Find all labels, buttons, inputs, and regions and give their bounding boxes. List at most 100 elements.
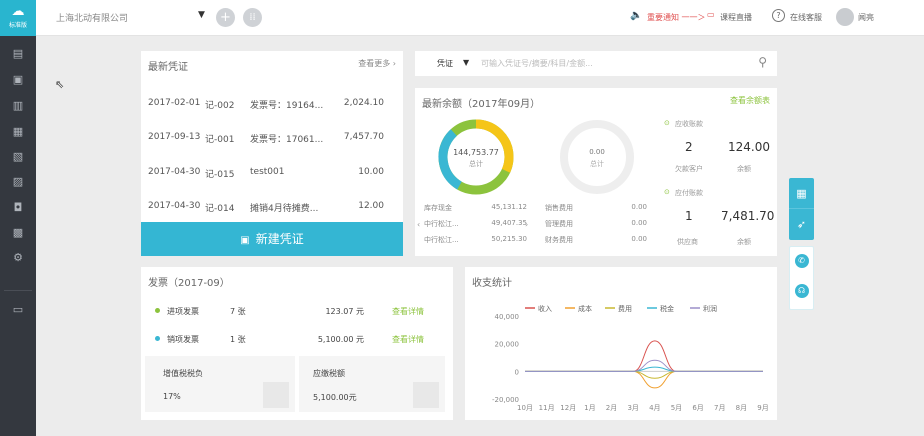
search-input[interactable]: 可输入凭证号/摘要/科目/金额... xyxy=(481,58,593,69)
x-tick-label: 6月 xyxy=(692,404,703,412)
avatar[interactable] xyxy=(836,8,854,26)
chevron-right-icon: › xyxy=(392,59,396,68)
view-details-link[interactable]: 查看详情 xyxy=(392,334,424,345)
voucher-summary: 发票号：17061... xyxy=(250,135,324,145)
invoice-type: 销项发票 xyxy=(167,335,199,344)
sidebar-divider xyxy=(4,290,32,291)
green-dot-icon xyxy=(155,308,160,313)
balance-item-label: 中行松江... xyxy=(424,236,459,244)
voucher-row[interactable]: 2017-04-30 记-014 摊销4月待摊费... 12.00 xyxy=(141,188,403,222)
view-balance-link[interactable]: 查看余额表 xyxy=(730,95,770,106)
voucher-summary: test001 xyxy=(250,167,285,177)
receivable-count-label: 欠款客户 xyxy=(675,165,703,173)
archive-icon[interactable]: ▨ xyxy=(11,175,25,189)
voucher-row[interactable]: 2017-02-01 记-002 发票号：19164... 2,024.10 xyxy=(141,85,403,119)
headset-icon[interactable]: ☊ xyxy=(794,284,809,298)
y-tick-label: 40,000 xyxy=(495,313,520,321)
phone-icon[interactable]: ✆ xyxy=(794,254,809,268)
new-voucher-label: 新建凭证 xyxy=(255,232,304,246)
voucher-amount: 2,024.10 xyxy=(343,98,384,108)
floating-toolbar: ▦ ➶ xyxy=(789,178,814,240)
legend-label: 成本 xyxy=(578,304,592,313)
x-tick-label: 5月 xyxy=(671,404,682,412)
series-line xyxy=(524,366,763,372)
expense-item-value: 0.00 xyxy=(631,203,647,211)
donut-empty-ring xyxy=(560,120,634,194)
gift-icon[interactable]: ▭ xyxy=(11,303,25,317)
stamp-icon[interactable]: ◘ xyxy=(11,201,25,215)
notice-label: 重要通知 xyxy=(647,13,679,22)
series-line xyxy=(524,370,763,389)
apps-icon[interactable]: ⁞⁞ xyxy=(243,8,262,27)
x-tick-label: 11月 xyxy=(539,404,555,412)
company-dropdown-icon[interactable]: ▼ xyxy=(198,10,205,20)
voucher-amount: 12.00 xyxy=(358,201,384,211)
receivable-count[interactable]: 2 xyxy=(685,140,693,154)
tv-icon: ▭ xyxy=(707,10,715,19)
user-name[interactable]: 闻亮 xyxy=(858,12,874,23)
x-tick-label: 7月 xyxy=(714,404,725,412)
calendar-icon[interactable]: ▧ xyxy=(11,150,25,164)
balance-item-value: 45,131.12 xyxy=(491,203,527,211)
invoice-row: 销项发票 1 张 5,100.00 元 查看详情 xyxy=(141,330,453,350)
chevron-left-icon[interactable]: ‹ xyxy=(417,220,420,229)
series-line xyxy=(524,340,763,372)
tax-payable-box: 应缴税额 5,100.00元 xyxy=(299,356,445,412)
invoice-icon[interactable]: ▣ xyxy=(11,73,25,87)
voucher-amount: 7,457.70 xyxy=(343,132,384,142)
series-line xyxy=(524,370,763,379)
course-live-link[interactable]: 课程直播 xyxy=(720,12,752,23)
view-more-link[interactable]: 查看更多 › xyxy=(358,58,396,69)
donut2-total-label: 总计 xyxy=(590,160,604,168)
voucher-summary: 发票号：19164... xyxy=(250,101,324,111)
voucher-row[interactable]: 2017-04-30 记-015 test001 10.00 xyxy=(141,154,403,188)
expense-item-value: 0.00 xyxy=(631,219,647,227)
add-icon[interactable]: + xyxy=(216,8,235,27)
voucher-row[interactable]: 2017-09-13 记-001 发票号：17061... 7,457.70 xyxy=(141,119,403,153)
help-icon: ? xyxy=(772,9,785,22)
logo[interactable]: ☁ 标准版 xyxy=(0,0,36,36)
x-tick-label: 4月 xyxy=(649,404,660,412)
view-details-link[interactable]: 查看详情 xyxy=(392,306,424,317)
new-voucher-button[interactable]: ▣ 新建凭证 xyxy=(141,222,403,256)
x-tick-label: 9月 xyxy=(757,404,768,412)
invoice-amount: 5,100.00 元 xyxy=(317,335,364,344)
payable-amount[interactable]: 7,481.70 xyxy=(721,209,774,223)
x-tick-label: 12月 xyxy=(560,404,576,412)
expense-item-label: 销售费用 xyxy=(545,204,573,212)
receivable-amount[interactable]: 124.00 xyxy=(728,140,770,154)
expense-donut-chart xyxy=(560,120,634,194)
card-title: 最新余额（2017年09月） xyxy=(422,99,541,110)
legend-label: 收入 xyxy=(538,304,552,313)
search-icon[interactable]: ⚲ xyxy=(758,55,767,69)
y-tick-label: 20,000 xyxy=(495,341,520,349)
voucher-date: 2017-09-13 xyxy=(148,132,201,142)
company-name[interactable]: 上海北动有限公司 xyxy=(56,11,128,24)
check-circle-icon: ⊙ xyxy=(664,119,670,127)
expense-item-value: 0.00 xyxy=(631,235,647,243)
y-tick-label: -20,000 xyxy=(492,396,519,404)
ledger-icon[interactable]: ▤ xyxy=(11,47,25,61)
online-service-link[interactable]: 在线客服 xyxy=(790,12,822,23)
chevron-down-icon[interactable]: ▼ xyxy=(463,58,469,67)
income-expense-chart: 40,000 20,000 0 -20,00010月 11月 12月 1月 2月 3月 4月 5月 6… xyxy=(492,304,769,412)
voucher-date: 2017-04-30 xyxy=(148,167,201,177)
tax-label: 应缴税额 xyxy=(313,369,345,378)
important-notice-link[interactable]: 重要通知 一一＞ xyxy=(647,12,706,23)
payable-count[interactable]: 1 xyxy=(685,209,693,223)
donut-segment-blue xyxy=(438,119,514,195)
balance-item-value: 50,215.30 xyxy=(491,235,527,243)
book-icon[interactable]: ▦ xyxy=(11,125,25,139)
balance-item-label: 中行松江... xyxy=(424,220,459,228)
legend-label: 费用 xyxy=(618,304,632,313)
legend-label: 利润 xyxy=(703,304,717,313)
settings-icon[interactable]: ⚙ xyxy=(11,251,25,265)
qr-code-icon[interactable]: ▦ xyxy=(789,178,814,209)
x-tick-label: 3月 xyxy=(627,404,638,412)
search-type-select[interactable]: 凭证 xyxy=(437,58,453,69)
report-icon[interactable]: ▥ xyxy=(11,99,25,113)
balance-item-label: 库存现金 xyxy=(424,204,452,212)
rocket-icon[interactable]: ➶ xyxy=(789,209,814,240)
check-icon[interactable]: ▩ xyxy=(11,226,25,240)
cloud-icon: ☁ xyxy=(11,4,25,19)
